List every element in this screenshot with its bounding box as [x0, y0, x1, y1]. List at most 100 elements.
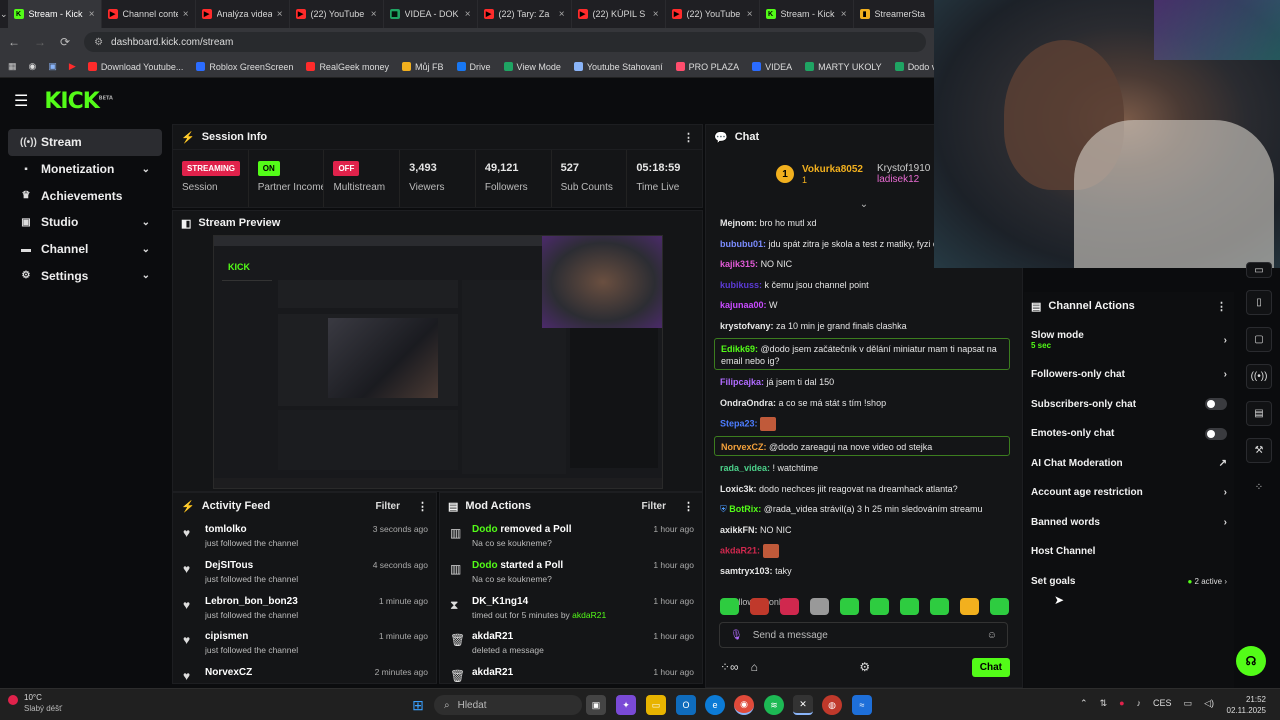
- chat-username[interactable]: OndraOndra: [720, 398, 773, 408]
- activity-user[interactable]: cipismen: [205, 631, 369, 642]
- edge-icon[interactable]: e: [705, 695, 725, 715]
- emote-icon[interactable]: [990, 598, 1009, 615]
- emotes-only-toggle[interactable]: [1205, 427, 1227, 440]
- url-input[interactable]: ⚙ dashboard.kick.com/stream: [84, 32, 926, 52]
- chat-message-input[interactable]: 🎙 Send a message ☺: [719, 622, 1008, 648]
- bookmark-item[interactable]: View Mode: [503, 62, 561, 72]
- bookmark-item[interactable]: Download Youtube...: [87, 62, 183, 72]
- chat-username[interactable]: krystofvany: [720, 321, 771, 331]
- moderator-name[interactable]: akdaR21: [572, 610, 606, 620]
- terminal-icon[interactable]: ✕: [793, 695, 813, 715]
- leader-user[interactable]: Krystof1910: [877, 163, 930, 174]
- bookmark-item[interactable]: Dodo videa: [894, 62, 934, 72]
- chrome-icon[interactable]: ◉: [29, 61, 37, 72]
- bookmark-item[interactable]: Youtube Stahovaní: [573, 62, 663, 72]
- more-options-icon[interactable]: ⋮: [417, 500, 428, 513]
- chat-username[interactable]: Edikk69: [721, 344, 755, 354]
- document-icon[interactable]: ▯: [1246, 290, 1272, 315]
- mod-filter-button[interactable]: Filter: [642, 501, 666, 512]
- close-icon[interactable]: ×: [465, 9, 471, 20]
- bookmark-item[interactable]: Můj FB: [401, 62, 444, 72]
- activity-user[interactable]: tomlolko: [205, 524, 363, 535]
- expand-icon[interactable]: ▭: [1246, 262, 1272, 278]
- sidebar-item-studio[interactable]: ▣ Studio ⌄: [8, 209, 162, 236]
- activity-user[interactable]: Lebron_bon_bon23: [205, 596, 369, 607]
- more-options-icon[interactable]: ⋮: [683, 131, 694, 144]
- broadcast-icon[interactable]: ((•)): [1246, 364, 1272, 389]
- bookmark-icon[interactable]: ▣: [48, 61, 57, 72]
- monitor-icon[interactable]: ▭: [1184, 698, 1193, 709]
- copilot-icon[interactable]: ✦: [616, 695, 636, 715]
- close-icon[interactable]: ×: [89, 9, 95, 20]
- app-icon[interactable]: ≈: [852, 695, 872, 715]
- browser-tab[interactable]: ▦ VIDEA - DOK ×: [384, 0, 478, 28]
- browser-tab[interactable]: ▶ (22) YouTube ×: [290, 0, 384, 28]
- subscribers-only-toggle[interactable]: [1205, 398, 1227, 411]
- slow-mode-row[interactable]: Slow mode 5 sec ›: [1024, 320, 1234, 360]
- mod-action-user[interactable]: akdaR21: [472, 631, 513, 642]
- site-info-icon[interactable]: ⚙: [94, 37, 103, 48]
- activity-user[interactable]: NorvexCZ: [205, 667, 365, 678]
- weather-widget[interactable]: 10°C Slabý déšť: [8, 692, 62, 714]
- sidebar-item-monetization[interactable]: ▪ Monetization ⌄: [8, 156, 162, 183]
- youtube-icon[interactable]: ▶: [69, 61, 76, 72]
- banned-words-row[interactable]: Banned words ›: [1024, 508, 1234, 538]
- wrench-icon[interactable]: ⚒: [1246, 438, 1272, 463]
- bookmark-item[interactable]: VIDEA: [752, 62, 792, 72]
- browser-tab[interactable]: ▶ Channel content ×: [102, 0, 196, 28]
- task-view-icon[interactable]: ▣: [586, 695, 606, 715]
- support-chat-button[interactable]: ☊: [1236, 646, 1266, 676]
- hamburger-menu-icon[interactable]: ☰: [14, 91, 28, 111]
- age-restriction-row[interactable]: Account age restriction ›: [1024, 478, 1234, 508]
- more-tools-icon[interactable]: ⁘: [1246, 475, 1272, 500]
- taskbar-search[interactable]: ⌕ Hledat: [434, 695, 582, 715]
- browser-tab[interactable]: ▶ (22) YouTube ×: [666, 0, 760, 28]
- chat-username[interactable]: kubikuss: [720, 280, 759, 290]
- close-icon[interactable]: ×: [371, 9, 377, 20]
- emote-icon[interactable]: [900, 598, 919, 615]
- mod-action-user[interactable]: akdaR21: [472, 667, 513, 678]
- chat-username[interactable]: Mejnom: [720, 218, 754, 228]
- mod-action-user[interactable]: Dodo: [472, 560, 498, 571]
- bookmark-item[interactable]: Roblox GreenScreen: [196, 62, 293, 72]
- emote-icon[interactable]: [840, 598, 859, 615]
- points-icon[interactable]: ⁘∞: [720, 660, 739, 674]
- activity-user[interactable]: DejSITous: [205, 560, 363, 571]
- host-channel-row[interactable]: Host Channel: [1024, 537, 1234, 567]
- file-explorer-icon[interactable]: ▭: [646, 695, 666, 715]
- outlook-icon[interactable]: O: [676, 695, 696, 715]
- browser-tab[interactable]: ▮StreamerSta×: [854, 0, 934, 28]
- forward-arrow-icon[interactable]: →: [34, 35, 46, 49]
- shop-icon[interactable]: ⌂: [751, 660, 758, 674]
- browser-tab[interactable]: ▶ (22) Tary: Za ×: [478, 0, 572, 28]
- leader-user[interactable]: Vokurka8052: [802, 164, 863, 175]
- browser-tab[interactable]: ▶ (22) KÚPIL S ×: [572, 0, 666, 28]
- close-icon[interactable]: ×: [841, 9, 847, 20]
- mic-icon[interactable]: ♪: [1137, 698, 1142, 709]
- obs-icon[interactable]: ◍: [822, 695, 842, 715]
- activity-filter-button[interactable]: Filter: [376, 501, 400, 512]
- bookmark-item[interactable]: PRO PLAZA: [675, 62, 739, 72]
- bookmark-item[interactable]: MARTY UKOLY: [805, 62, 882, 72]
- close-icon[interactable]: ×: [277, 9, 283, 20]
- sidebar-item-channel[interactable]: ▬ Channel ⌄: [8, 236, 162, 263]
- chat-username[interactable]: kajunaa00: [720, 300, 764, 310]
- apps-grid-icon[interactable]: ▦: [8, 61, 17, 72]
- emoji-icon[interactable]: ☺: [987, 630, 997, 641]
- back-arrow-icon[interactable]: ←: [8, 35, 20, 49]
- chat-username[interactable]: Stepa23: [720, 418, 755, 428]
- emote-icon[interactable]: [750, 598, 769, 615]
- browser-tab[interactable]: K Stream - Kick ×: [760, 0, 854, 28]
- emote-icon[interactable]: [930, 598, 949, 615]
- browser-tab[interactable]: K Stream - Kick ×: [7, 0, 102, 28]
- mic-icon[interactable]: 🎙: [730, 630, 743, 641]
- chat-username[interactable]: axikkFN: [720, 525, 755, 535]
- spotify-icon[interactable]: ≋: [764, 695, 784, 715]
- emote-icon[interactable]: [870, 598, 889, 615]
- tab-search-chevron-icon[interactable]: ⌄: [0, 0, 8, 28]
- chat-username[interactable]: Filipcajka: [720, 377, 761, 387]
- chevron-up-icon[interactable]: ⌃: [1080, 698, 1088, 709]
- sidebar-item-achievements[interactable]: ♛ Achievements: [8, 182, 162, 209]
- windows-start-icon[interactable]: ⊞: [408, 695, 428, 715]
- layout-icon[interactable]: ▤: [1246, 401, 1272, 426]
